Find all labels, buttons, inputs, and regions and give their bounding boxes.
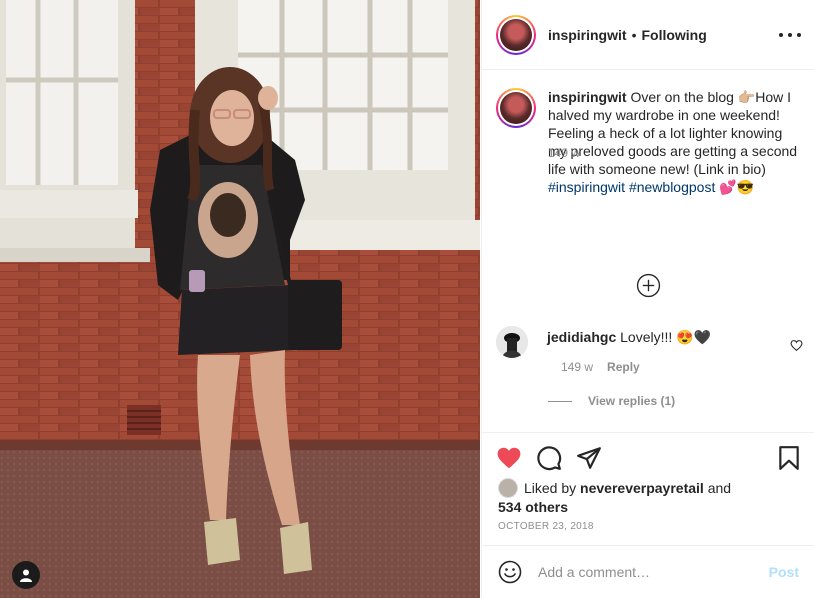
comment-like-heart-icon[interactable] xyxy=(790,339,803,352)
emoji-icon[interactable] xyxy=(498,560,522,584)
comment-timestamp[interactable]: 149 w xyxy=(561,360,593,374)
likes-summary: Liked by nevereverpayretail and 534 othe… xyxy=(498,478,798,516)
following-button[interactable]: Following xyxy=(641,27,706,43)
comment-text: Lovely!!! 😍🖤 xyxy=(620,329,712,345)
action-bar xyxy=(482,432,814,480)
post-caption: inspiringwit Over on the blog 👉🏼How I ha… xyxy=(496,88,802,196)
header-separator: • xyxy=(631,26,637,43)
likes-count[interactable]: 534 others xyxy=(498,499,568,515)
view-replies-line xyxy=(548,400,572,402)
caption-emoji: 💕😎 xyxy=(719,179,755,195)
user-tag-icon xyxy=(20,569,32,582)
post-date[interactable]: OCTOBER 23, 2018 xyxy=(498,521,594,532)
post-details-panel: inspiringwit • Following inspiringwit Ov… xyxy=(481,0,814,598)
liked-by-connector: and xyxy=(707,480,732,496)
comment-item: jedidiahgc Lovely!!! 😍🖤 149 w Reply xyxy=(496,326,803,374)
like-heart-icon[interactable] xyxy=(496,445,522,471)
hashtag-newblogpost[interactable]: #newblogpost xyxy=(629,179,715,195)
view-replies-label: View replies (1) xyxy=(588,394,676,408)
caption-avatar[interactable] xyxy=(496,88,536,128)
comment-meta: 149 w Reply xyxy=(561,360,640,374)
bookmark-icon[interactable] xyxy=(776,445,802,471)
author-avatar[interactable] xyxy=(496,14,536,55)
caption-username[interactable]: inspiringwit xyxy=(548,89,627,105)
caption-timestamp[interactable]: 149 w xyxy=(548,146,580,160)
user-tag-button[interactable] xyxy=(12,561,40,589)
post-photo[interactable] xyxy=(0,0,480,598)
author-username[interactable]: inspiringwit xyxy=(548,27,627,43)
post-header: inspiringwit • Following xyxy=(482,0,814,70)
add-comment-input[interactable] xyxy=(538,564,750,580)
liked-by-prefix: Liked by xyxy=(524,480,577,496)
comment-icon[interactable] xyxy=(536,445,562,471)
commenter-avatar[interactable] xyxy=(496,326,528,358)
more-options-icon[interactable] xyxy=(779,25,801,45)
load-more-comments-icon[interactable] xyxy=(636,273,661,298)
liker-username[interactable]: nevereverpayretail xyxy=(580,480,704,496)
share-icon[interactable] xyxy=(576,445,602,471)
liker-avatar[interactable] xyxy=(498,478,518,498)
post-comment-button[interactable]: Post xyxy=(769,564,799,580)
photo-illustration xyxy=(0,0,480,598)
commenter-username[interactable]: jedidiahgc xyxy=(547,329,616,345)
comment-body: jedidiahgc Lovely!!! 😍🖤 xyxy=(547,328,711,358)
caption-body: inspiringwit Over on the blog 👉🏼How I ha… xyxy=(548,88,802,196)
add-comment-bar: Post xyxy=(482,545,814,598)
reply-button[interactable]: Reply xyxy=(607,360,640,374)
commenter-avatar-image xyxy=(496,326,528,358)
hashtag-inspiringwit[interactable]: #inspiringwit xyxy=(548,179,625,195)
view-replies-button[interactable]: View replies (1) xyxy=(548,394,675,408)
